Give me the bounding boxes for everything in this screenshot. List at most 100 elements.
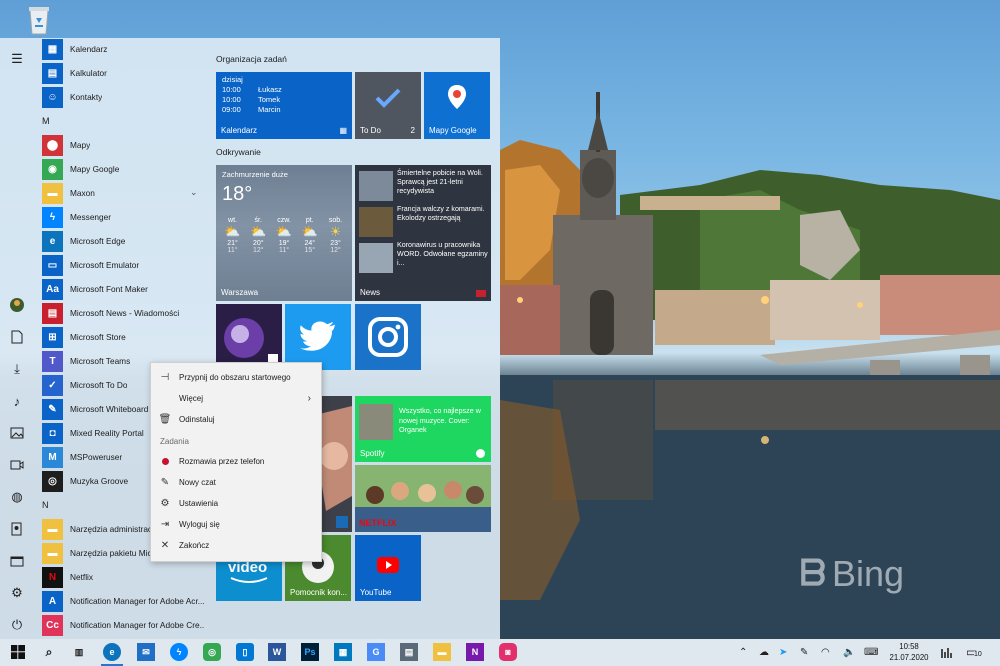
photo-art-icon [216, 304, 282, 370]
news-thumbnail [359, 171, 393, 201]
instagram-taskbar-icon[interactable]: ◙ [499, 643, 517, 661]
music-icon[interactable]: ♪ [8, 392, 26, 410]
mail-icon[interactable]: ✉ [137, 643, 155, 661]
documents-icon[interactable] [8, 328, 26, 346]
netflix-icon: N [42, 566, 63, 588]
app-item-messenger[interactable]: ϟ Messenger [42, 206, 204, 228]
power-icon[interactable]: ⏻ [8, 616, 26, 634]
tile-netflix-promo[interactable]: NETFLIX [355, 465, 491, 532]
app-item-microsoft-font-maker[interactable]: Aa Microsoft Font Maker [42, 278, 204, 300]
app-item-microsoft-store[interactable]: ⊞ Microsoft Store [42, 326, 204, 348]
photoshop-icon[interactable]: Ps [301, 643, 319, 661]
group-title-discover[interactable]: Odkrywanie [216, 147, 261, 157]
context-item-new-chat[interactable]: ✎ Nowy czat [151, 472, 321, 493]
task-view-icon[interactable]: ▥ [70, 643, 88, 661]
close-icon: ✕ [160, 540, 170, 551]
news-item: Śmiertelne pobicie na Woli. Sprawcą jest… [359, 169, 487, 203]
tile-twitter[interactable] [285, 304, 351, 370]
context-item-call[interactable]: Rozmawia przez telefon [151, 451, 321, 472]
phone-icon[interactable]: ▯ [236, 643, 254, 661]
app-item-kalkulator[interactable]: ▤ Kalkulator [42, 62, 204, 84]
downloads-icon[interactable]: ⤓ [8, 360, 26, 378]
tile-photo-app[interactable] [216, 304, 282, 370]
news-item: Koronawirus u pracownika WORD. Odwołane … [359, 241, 488, 275]
edit-icon: ✎ [160, 477, 170, 488]
trello-icon[interactable]: ▦ [334, 643, 352, 661]
tile-youtube[interactable]: YouTube [355, 535, 421, 601]
context-item-pin[interactable]: ⊣ Przypnij do obszaru startowego [151, 367, 321, 388]
settings-gear-icon[interactable]: ⚙ [8, 584, 26, 602]
mspoweruser-icon: M [42, 446, 63, 468]
personal-folder-icon[interactable] [8, 520, 26, 538]
forecast-day: pt. ⛅ 24° 15° [297, 217, 322, 254]
messenger-taskbar-icon[interactable]: ϟ [170, 643, 188, 661]
edge-taskbar-icon[interactable]: e [103, 643, 121, 661]
recycle-bin-icon[interactable] [24, 4, 54, 36]
hamburger-menu-icon[interactable]: ☰ [8, 50, 26, 68]
calculator-icon: ▤ [42, 62, 63, 84]
pen-icon[interactable]: ✎ [800, 647, 808, 658]
context-item-more[interactable]: Więcej › [151, 388, 321, 409]
prime-smile-icon [230, 577, 268, 583]
context-item-sign-out[interactable]: ⇥ Wyloguj się [151, 514, 321, 535]
app-item-notification-manager-acrobat[interactable]: A Notification Manager for Adobe Acr... [42, 590, 204, 612]
adobe-acrobat-icon: A [42, 590, 63, 612]
network-icon[interactable]: ◍ [8, 488, 26, 506]
tile-weather[interactable]: Zachmurzenie duże 18° wt. ⛅ 21° 11° śr. … [216, 165, 352, 301]
bing-b-icon: ᗷ [800, 552, 826, 593]
tile-todo[interactable]: To Do 2 [355, 72, 421, 139]
chevron-up-icon[interactable]: ⌃ [739, 647, 747, 658]
user-avatar-icon[interactable] [8, 296, 26, 314]
app-item-notification-manager-creative[interactable]: Cc Notification Manager for Adobe Cre... [42, 614, 204, 636]
chrome-icon[interactable]: ◎ [203, 643, 221, 661]
action-center-button[interactable]: ▭ 10 [966, 645, 984, 661]
app-item-mapy[interactable]: ⬤ Mapy [42, 134, 204, 156]
translate-icon[interactable]: G [367, 643, 385, 661]
calendar-icon: ▦ [339, 126, 347, 135]
sign-out-icon: ⇥ [160, 519, 170, 530]
tile-spotify[interactable]: Wszystko, co najlepsze w nowej muzyce. C… [355, 396, 491, 462]
app-item-netflix[interactable]: N Netflix [42, 566, 204, 588]
context-item-settings[interactable]: ⚙ Ustawienia [151, 493, 321, 514]
telegram-icon[interactable]: ➤ [779, 647, 787, 658]
tile-instagram[interactable] [355, 304, 421, 370]
forecast-day: sob. ☀ 23° 12° [323, 217, 348, 254]
tile-news[interactable]: Śmiertelne pobicie na Woli. Sprawcą jest… [355, 165, 491, 301]
app-item-maxon[interactable]: ▬ Maxon [42, 182, 204, 204]
partly-cloudy-icon: ⛅ [275, 224, 293, 239]
tile-google-maps[interactable]: Mapy Google [424, 72, 490, 139]
app-item-kalendarz[interactable]: ▦ Kalendarz [42, 38, 204, 60]
section-letter-n[interactable]: N [42, 500, 62, 516]
search-icon[interactable]: ⌕ [40, 643, 58, 661]
trash-icon: 🗑 [158, 414, 172, 425]
tile-calendar[interactable]: dzisiaj 10:00 Łukasz 10:00 Tomek 09:00 M… [216, 72, 352, 139]
focus-assist-icon[interactable] [940, 646, 954, 660]
app-item-kontakty[interactable]: ☺ Kontakty [42, 86, 204, 108]
clock[interactable]: 10:58 21.07.2020 [886, 641, 932, 663]
tile-label: Kalendarz [221, 126, 258, 135]
start-button[interactable] [9, 643, 27, 661]
app-item-microsoft-edge[interactable]: e Microsoft Edge [42, 230, 204, 252]
calculator-taskbar-icon[interactable]: ▤ [400, 643, 418, 661]
cloud-sync-icon[interactable]: ☁ [759, 647, 769, 658]
file-explorer-icon[interactable] [8, 552, 26, 570]
videos-icon[interactable] [8, 456, 26, 474]
context-item-quit[interactable]: ✕ Zakończ [151, 535, 321, 556]
contacts-icon: ☺ [42, 86, 63, 108]
file-explorer-taskbar-icon[interactable]: ▬ [433, 643, 451, 661]
onenote-icon[interactable]: N [466, 643, 484, 661]
chevron-down-icon[interactable]: ⌄ [190, 187, 198, 198]
word-icon[interactable]: W [268, 643, 286, 661]
whiteboard-icon: ✎ [42, 398, 63, 420]
app-item-mapy-google[interactable]: ◉ Mapy Google [42, 158, 204, 180]
app-item-microsoft-emulator[interactable]: ▭ Microsoft Emulator [42, 254, 204, 276]
pictures-icon[interactable] [8, 424, 26, 442]
section-letter-m[interactable]: M [42, 116, 62, 132]
maps-icon: ⬤ [42, 134, 63, 156]
keyboard-icon[interactable]: ⌨ [864, 647, 878, 658]
volume-icon[interactable]: 🔈 [843, 647, 855, 658]
group-title-tasks[interactable]: Organizacja zadań [216, 54, 287, 64]
wifi-icon[interactable]: ◠ [821, 647, 830, 658]
context-item-uninstall[interactable]: 🗑 Odinstaluj [151, 409, 321, 430]
app-item-microsoft-news[interactable]: ▤ Microsoft News - Wiadomości [42, 302, 204, 324]
